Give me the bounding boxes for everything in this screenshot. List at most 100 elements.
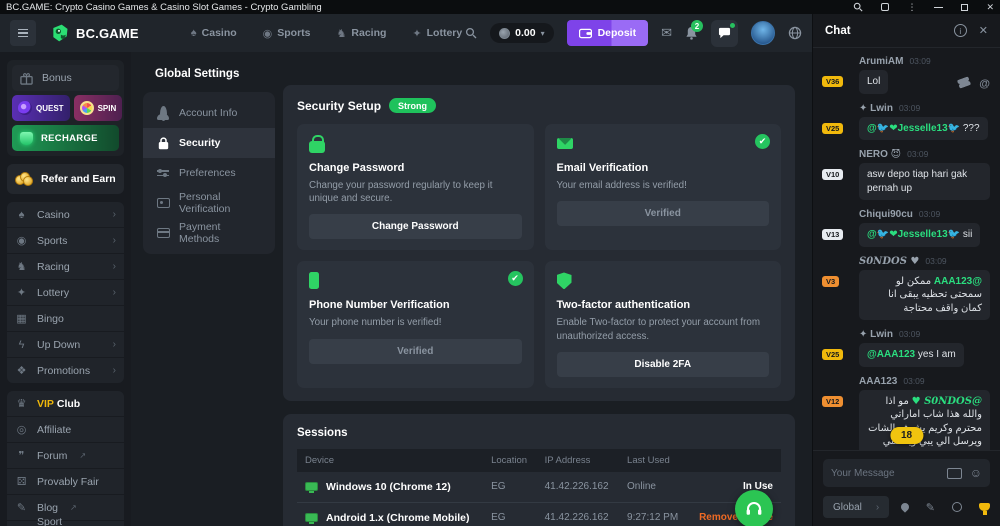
blog-icon: ✎ <box>15 501 28 514</box>
sidebar-item-bonus[interactable]: Bonus <box>12 65 119 91</box>
phone-verified-button[interactable]: Verified <box>309 339 522 364</box>
sidebar-item-bingo[interactable]: ▦Bingo <box>7 306 124 331</box>
hamburger-menu-button[interactable] <box>10 20 36 46</box>
sidebar-item-casino[interactable]: ♠Casino› <box>7 202 124 227</box>
nav-casino[interactable]: ♠Casino <box>191 27 237 39</box>
sidebar-item-sports[interactable]: ◉Sports› <box>7 228 124 253</box>
nav-lottery[interactable]: ✦Lottery <box>412 27 462 40</box>
messages-icon[interactable]: ✉ <box>661 25 672 41</box>
sidebar-item-racing[interactable]: ♞Racing› <box>7 254 124 279</box>
deposit-button[interactable]: Deposit <box>567 20 649 46</box>
session-last-used: Online <box>619 472 688 503</box>
device-icon <box>305 482 318 491</box>
app-area: BC.GAME ♠Casino ◉Sports ♞Racing ✦Lottery… <box>0 14 812 526</box>
person-icon <box>160 106 167 121</box>
vip-level-badge: V10 <box>822 169 843 180</box>
emoji-icon[interactable]: ☺ <box>970 466 982 480</box>
settings-column: Global Settings Account Info Security Pr… <box>143 52 275 254</box>
nav-sports[interactable]: ◉Sports <box>263 27 311 40</box>
mention[interactable]: @🐦❤Jesselle13🐦 <box>867 229 960 240</box>
sessions-panel: Sessions Device Location IP Address Last… <box>283 414 795 526</box>
card-description: Your email address is verified! <box>557 179 770 192</box>
wallet-balance[interactable]: 0.00 ▾ <box>490 23 553 43</box>
settings-item-personal-verification[interactable]: Personal Verification <box>143 188 275 218</box>
brand-logo[interactable]: BC.GAME <box>50 23 139 43</box>
minimize-button[interactable] <box>934 7 943 8</box>
mention[interactable]: @S0NDOS ♥ <box>912 396 982 407</box>
mention[interactable]: @🐦❤Jesselle13🐦 <box>867 123 960 134</box>
sidebar-item-refer-and-earn[interactable]: Refer and Earn <box>7 164 124 194</box>
recharge-button[interactable]: RECHARGE <box>12 125 119 151</box>
credit-card-icon <box>157 228 170 238</box>
settings-item-preferences[interactable]: Preferences <box>143 158 275 188</box>
username[interactable]: ArumiAM <box>859 56 903 67</box>
sidebar-item-provably-fair[interactable]: ⚄Provably Fair <box>7 469 124 494</box>
mention-icon[interactable]: @ <box>979 78 990 90</box>
chat-message: V10 NERO 😈03:09 asw depo tiap hari gak p… <box>823 149 990 200</box>
quest-button[interactable]: QUEST <box>12 95 70 121</box>
settings-item-security[interactable]: Security <box>143 128 275 158</box>
mention[interactable]: @AAA123 <box>867 349 915 360</box>
username[interactable]: NERO 😈 <box>859 149 901 160</box>
username[interactable]: AAA123 <box>859 376 897 387</box>
search-icon[interactable] <box>853 2 863 12</box>
unread-count-badge[interactable]: 18 <box>890 427 923 444</box>
settings-item-account-info[interactable]: Account Info <box>143 98 275 128</box>
recharge-icon <box>20 132 33 145</box>
email-verified-button[interactable]: Verified <box>557 201 770 226</box>
settings-title: Global Settings <box>155 68 275 80</box>
sidebar-item-vip-club[interactable]: ♛VIP Club <box>7 391 124 416</box>
card-title: Email Verification <box>557 162 770 174</box>
menu-dots-icon[interactable]: ⋮ <box>907 2 916 13</box>
username[interactable]: ✦ Lwin <box>859 329 893 340</box>
username[interactable]: S0NDOS ♥ <box>859 256 919 267</box>
chat-message: V13 Chiqui90cu03:09 @🐦❤Jesselle13🐦 sii <box>823 209 990 247</box>
timestamp: 03:09 <box>925 256 946 266</box>
spin-button[interactable]: SPIN <box>74 95 123 121</box>
settings-nav: Account Info Security Preferences Person… <box>143 92 275 254</box>
extension-icon[interactable] <box>881 3 889 11</box>
sidebar-item-sport-betting-insights[interactable]: Sport Betting Insig...↗ <box>7 521 124 526</box>
sidebar-item-affiliate[interactable]: ◎Affiliate <box>7 417 124 442</box>
wallet-icon <box>579 28 592 39</box>
user-avatar[interactable] <box>751 21 775 45</box>
top-navigation: ♠Casino ◉Sports ♞Racing ✦Lottery <box>191 27 462 40</box>
change-password-button[interactable]: Change Password <box>309 214 522 239</box>
settings-item-payment-methods[interactable]: Payment Methods <box>143 218 275 248</box>
sidebar-item-promotions[interactable]: ❖Promotions› <box>7 358 124 383</box>
search-icon[interactable] <box>465 27 477 39</box>
support-button[interactable] <box>735 490 773 526</box>
email-verification-card: ✔ Email Verification Your email address … <box>545 124 782 250</box>
gif-icon[interactable] <box>947 468 962 479</box>
pencil-icon[interactable]: ✎ <box>926 501 935 514</box>
message-bubble: @🐦❤Jesselle13🐦 sii <box>859 223 980 247</box>
sidebar-item-forum[interactable]: ❞Forum↗ <box>7 443 124 468</box>
casino-icon: ♠ <box>15 209 28 221</box>
lottery-icon: ✦ <box>412 27 421 40</box>
username[interactable]: Chiqui90cu <box>859 209 913 220</box>
col-device: Device <box>297 449 483 472</box>
message-input[interactable] <box>831 468 939 479</box>
vip-level-badge: V36 <box>822 76 843 87</box>
session-location: EG <box>483 472 537 503</box>
restore-button[interactable] <box>961 4 968 11</box>
sidebar-item-up-down[interactable]: ϟUp Down› <box>7 332 124 357</box>
chat-messages[interactable]: V36 ArumiAM03:09 Lol V25 ✦ Lwin03:09 @🐦❤… <box>813 48 1000 450</box>
coin-badge-icon[interactable] <box>952 502 962 512</box>
trophy-icon[interactable] <box>979 503 990 511</box>
nav-racing[interactable]: ♞Racing <box>337 27 387 40</box>
language-globe-icon[interactable] <box>788 26 802 40</box>
sidebar-item-lottery[interactable]: ✦Lottery› <box>7 280 124 305</box>
rain-drop-icon[interactable] <box>899 501 910 512</box>
info-icon[interactable]: i <box>954 24 967 37</box>
mention[interactable]: @AAA123 <box>934 276 982 287</box>
ticket-icon[interactable] <box>957 76 971 89</box>
disable-2fa-button[interactable]: Disable 2FA <box>557 352 770 377</box>
notifications-bell-icon[interactable]: 2 <box>685 26 698 40</box>
username[interactable]: ✦ Lwin <box>859 103 893 114</box>
chat-toggle-button[interactable] <box>711 20 738 47</box>
close-chat-icon[interactable]: ✕ <box>979 24 988 37</box>
envelope-icon <box>557 138 573 149</box>
close-window-button[interactable]: ✕ <box>986 2 994 13</box>
chat-channel-selector[interactable]: Global › <box>823 496 889 518</box>
